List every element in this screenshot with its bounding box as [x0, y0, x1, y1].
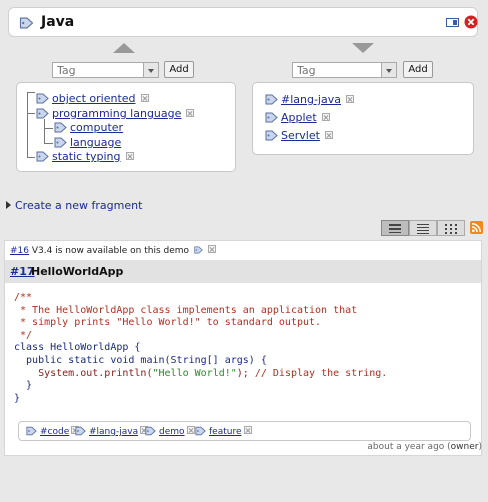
tag-icon — [19, 17, 34, 29]
owner-label: owner — [450, 442, 479, 452]
notice-text: V3.4 is now available on this demo — [29, 246, 190, 256]
create-fragment-link[interactable]: Create a new fragment — [6, 199, 142, 212]
tree-item: computer — [54, 121, 123, 134]
expand-triangle-icon — [6, 201, 11, 209]
tag-icon — [54, 137, 67, 148]
tag-icon — [194, 246, 203, 254]
tree-item: object oriented — [36, 92, 149, 105]
tree-item: programming language — [36, 107, 195, 120]
tag-icon — [26, 426, 37, 436]
tag-link[interactable]: language — [70, 136, 121, 149]
tag-link[interactable]: static typing — [52, 150, 121, 163]
list-view-button[interactable] — [381, 220, 409, 236]
fragment-tag: demo — [145, 426, 195, 437]
tag-icon — [36, 93, 49, 104]
tree-line — [27, 92, 28, 158]
tree-line — [44, 119, 45, 143]
tag-icon — [265, 94, 278, 105]
tag-icon — [145, 426, 156, 436]
remove-tag-icon[interactable] — [125, 152, 134, 160]
left-tag-input[interactable] — [52, 62, 144, 78]
tag-link[interactable]: #lang-java — [281, 93, 341, 106]
code-block: /** * The HelloWorldApp class implements… — [14, 292, 388, 404]
remove-tag-icon[interactable] — [186, 109, 195, 117]
left-tag-dropdown-button[interactable] — [143, 62, 159, 78]
tag-link[interactable]: computer — [70, 121, 123, 134]
tag-link[interactable]: programming language — [52, 107, 181, 120]
tree-line — [44, 128, 53, 129]
remove-tag-icon[interactable] — [345, 95, 354, 103]
tree-item: static typing — [36, 150, 134, 163]
collapse-up-arrow-icon[interactable] — [113, 43, 135, 53]
expand-down-arrow-icon[interactable] — [352, 43, 374, 53]
right-tag-dropdown-button[interactable] — [381, 62, 397, 78]
remove-tag-icon[interactable] — [321, 113, 330, 121]
toggle-icon[interactable] — [446, 17, 459, 28]
tag-icon — [75, 426, 86, 436]
notice-row: #16 V3.4 is now available on this demo — [10, 245, 216, 256]
fragment-tag: feature — [195, 426, 252, 437]
tag-icon — [195, 426, 206, 436]
right-tag-input[interactable] — [292, 62, 382, 78]
tag-link[interactable]: #code — [40, 427, 69, 437]
tag-link[interactable]: demo — [159, 427, 185, 437]
parent-tags-panel: object oriented programming language com… — [16, 82, 236, 172]
child-tags-panel: #lang-java Applet Servlet — [252, 82, 474, 155]
remove-tag-icon[interactable] — [243, 426, 252, 434]
tag-item: Servlet — [265, 129, 333, 142]
fragment-tags: #code #lang-java demo feature — [18, 421, 471, 441]
tag-link[interactable]: feature — [209, 427, 242, 437]
timestamp: about a year ago — [367, 442, 445, 452]
tag-link[interactable]: object oriented — [52, 92, 136, 105]
fragment-tag: #code — [26, 426, 80, 437]
tree-item: language — [54, 136, 121, 149]
tag-icon — [36, 151, 49, 162]
remove-tag-icon[interactable] — [186, 426, 195, 434]
tag-icon — [36, 108, 49, 119]
notice-id-link[interactable]: #16 — [10, 246, 29, 256]
tree-line — [27, 157, 35, 158]
fragment-meta: about a year ago (owner) — [367, 442, 482, 452]
tree-line — [27, 92, 35, 93]
fragment-tag: #lang-java — [75, 426, 149, 437]
tag-item: #lang-java — [265, 93, 354, 106]
title-bar: Java — [8, 7, 478, 37]
tag-icon — [265, 130, 278, 141]
rss-icon[interactable] — [470, 221, 483, 234]
fragment-header: #17 HelloWorldApp — [5, 260, 481, 283]
tree-line — [44, 143, 53, 144]
tree-line — [27, 113, 35, 114]
fragment-title: HelloWorldApp — [31, 265, 124, 278]
remove-icon[interactable] — [207, 245, 216, 253]
grid-view-button[interactable] — [437, 220, 465, 236]
remove-tag-icon[interactable] — [140, 94, 149, 102]
tag-icon — [265, 112, 278, 123]
tag-link[interactable]: #lang-java — [89, 427, 138, 437]
tag-link[interactable]: Servlet — [281, 129, 320, 142]
tag-link[interactable]: Applet — [281, 111, 317, 124]
right-add-button[interactable]: Add — [403, 61, 433, 78]
compact-view-button[interactable] — [409, 220, 437, 236]
close-icon[interactable] — [464, 15, 478, 29]
tag-icon — [54, 122, 67, 133]
tag-item: Applet — [265, 111, 330, 124]
remove-tag-icon[interactable] — [324, 131, 333, 139]
page-title: Java — [41, 14, 75, 30]
left-add-button[interactable]: Add — [164, 61, 194, 78]
fragment-list: #16 V3.4 is now available on this demo #… — [4, 240, 482, 456]
